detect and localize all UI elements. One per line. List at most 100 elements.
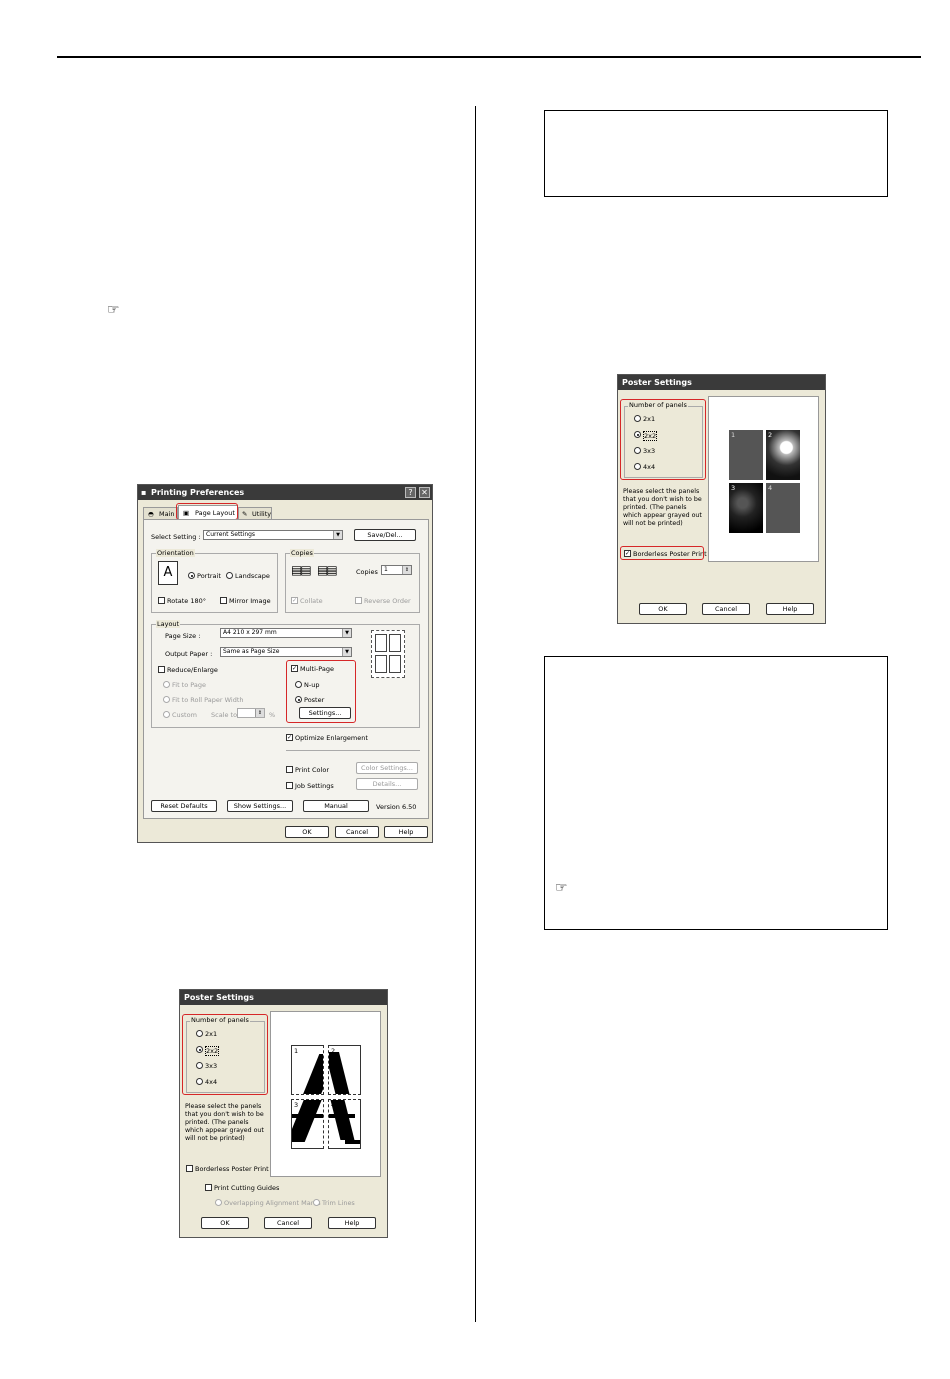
panel-number: 2 — [768, 431, 773, 439]
job-settings-label: Job Settings — [295, 782, 334, 790]
print-color-checkbox[interactable] — [286, 766, 293, 773]
cancel-button[interactable]: Cancel — [335, 826, 379, 838]
reverse-order-label: Reverse Order — [364, 597, 411, 605]
mirror-checkbox[interactable] — [220, 597, 227, 604]
print-color-label: Print Color — [295, 766, 329, 774]
panel-number: 1 — [294, 1047, 299, 1055]
scale-stepper[interactable]: ⇕ — [237, 708, 265, 718]
select-setting-label: Select Setting : — [151, 533, 201, 541]
highlight-number-of-panels — [182, 1014, 268, 1095]
hand-pointer-icon: ☞ — [107, 302, 120, 318]
help-button[interactable]: Help — [384, 826, 428, 838]
layout-title: Layout — [156, 620, 181, 628]
trim-lines-radio[interactable] — [313, 1199, 320, 1206]
dialog-title: Poster Settings — [180, 990, 387, 1005]
note-box-top — [544, 110, 888, 197]
details-button[interactable]: Details... — [356, 778, 418, 790]
copies-label: Copies — [356, 568, 378, 576]
chevron-down-icon: ▼ — [333, 531, 342, 539]
multipage-preview-icon — [371, 630, 405, 678]
panel-note: Please select the panels that you don't … — [623, 488, 702, 527]
portrait-radio[interactable] — [188, 572, 195, 579]
rotate-checkbox[interactable] — [158, 597, 165, 604]
overlap-label: Overlapping Alignment Marks — [224, 1199, 321, 1207]
printing-preferences-dialog: Printing Preferences ▪ ? ✕ ◓ Main ▣ Page… — [137, 484, 433, 843]
highlight-borderless — [620, 546, 704, 560]
copies-stepper[interactable]: 1 ⇕ — [381, 565, 412, 575]
top-rule — [57, 56, 921, 58]
ok-button[interactable]: OK — [639, 603, 687, 615]
optimize-label: Optimize Enlargement — [295, 734, 368, 742]
portrait-preview-icon: A — [158, 561, 178, 585]
cutting-guides-checkbox[interactable] — [205, 1184, 212, 1191]
fit-roll-radio[interactable] — [163, 696, 170, 703]
optimize-checkbox[interactable]: ✓ — [286, 734, 293, 741]
poster-settings-dialog-borderless: Poster Settings Number of panels 2x1 2x2… — [617, 374, 826, 624]
tab-main[interactable]: ◓ Main — [143, 507, 178, 519]
poster-preview: 1 2 3 4 — [270, 1011, 381, 1177]
spin-arrows-icon: ⇕ — [255, 709, 264, 717]
divider — [286, 750, 420, 751]
poster-panel-1[interactable]: 1 — [729, 430, 763, 480]
borderless-checkbox[interactable] — [186, 1165, 193, 1172]
collate-label: Collate — [300, 597, 323, 605]
ok-button[interactable]: OK — [201, 1217, 249, 1229]
reduce-enlarge-checkbox[interactable] — [158, 666, 165, 673]
collate-checkbox[interactable]: ✓ — [291, 597, 298, 604]
highlight-number-of-panels — [620, 399, 706, 480]
custom-label: Custom — [172, 711, 197, 719]
close-titlebar-button[interactable]: ✕ — [419, 487, 430, 498]
landscape-radio[interactable] — [226, 572, 233, 579]
reduce-enlarge-label: Reduce/Enlarge — [167, 666, 218, 674]
main-tab-icon: ◓ — [148, 510, 154, 518]
poster-panel-4[interactable]: 4 — [766, 483, 800, 533]
poster-panel-2[interactable]: 2 — [766, 430, 800, 480]
tab-utility[interactable]: ✎ Utility — [238, 507, 272, 519]
cancel-button[interactable]: Cancel — [264, 1217, 312, 1229]
page-size-dropdown[interactable]: A4 210 x 297 mm ▼ — [220, 628, 352, 638]
show-settings-button[interactable]: Show Settings... — [227, 800, 293, 812]
orientation-title: Orientation — [156, 549, 195, 557]
select-setting-dropdown[interactable]: Current Settings ▼ — [203, 530, 343, 540]
note-box-bottom: ☞ — [544, 656, 888, 930]
fit-to-page-label: Fit to Page — [172, 681, 207, 689]
highlight-page-layout-tab — [176, 503, 238, 520]
collate-pages-icon: ▤▤ — [291, 563, 312, 577]
fit-to-page-radio[interactable] — [163, 681, 170, 688]
poster-panel-2[interactable]: 2 — [328, 1045, 361, 1095]
tab-label: Utility — [252, 510, 272, 518]
output-paper-dropdown[interactable]: Same as Page Size ▼ — [220, 647, 352, 657]
poster-panel-4[interactable]: 4 — [328, 1099, 361, 1149]
help-titlebar-button[interactable]: ? — [405, 487, 416, 498]
poster-panel-3[interactable]: 3 — [729, 483, 763, 533]
landscape-label: Landscape — [235, 572, 270, 580]
tab-label: Main — [159, 510, 175, 518]
custom-radio[interactable] — [163, 711, 170, 718]
dialog-title: Poster Settings — [618, 375, 825, 390]
poster-panel-1[interactable]: 1 — [291, 1045, 324, 1095]
cutting-guides-label: Print Cutting Guides — [214, 1184, 280, 1192]
chevron-down-icon: ▼ — [342, 648, 351, 656]
reset-defaults-button[interactable]: Reset Defaults — [151, 800, 217, 812]
poster-settings-dialog: Poster Settings Number of panels 2x1 2x2… — [179, 989, 388, 1238]
stacked-pages-icon: ▤▤ — [317, 563, 338, 577]
poster-panel-3[interactable]: 3 — [291, 1099, 324, 1149]
help-button[interactable]: Help — [328, 1217, 376, 1229]
cancel-button[interactable]: Cancel — [702, 603, 750, 615]
dialog-title: Printing Preferences — [138, 485, 432, 500]
manual-button[interactable]: Manual — [303, 800, 369, 812]
fit-roll-label: Fit to Roll Paper Width — [172, 696, 244, 704]
color-settings-button[interactable]: Color Settings... — [356, 762, 418, 774]
panel-number: 4 — [768, 484, 773, 492]
save-del-button[interactable]: Save/Del... — [354, 529, 416, 541]
ok-button[interactable]: OK — [285, 826, 329, 838]
highlight-multi-page — [286, 660, 356, 723]
poster-preview: 1 2 3 4 — [708, 396, 819, 562]
help-button[interactable]: Help — [766, 603, 814, 615]
reverse-order-checkbox[interactable] — [355, 597, 362, 604]
portrait-label: Portrait — [197, 572, 221, 580]
job-settings-checkbox[interactable] — [286, 782, 293, 789]
wrench-icon: ✎ — [242, 510, 248, 518]
tab-panel: Select Setting : Current Settings ▼ Save/… — [143, 519, 429, 819]
overlap-radio[interactable] — [215, 1199, 222, 1206]
